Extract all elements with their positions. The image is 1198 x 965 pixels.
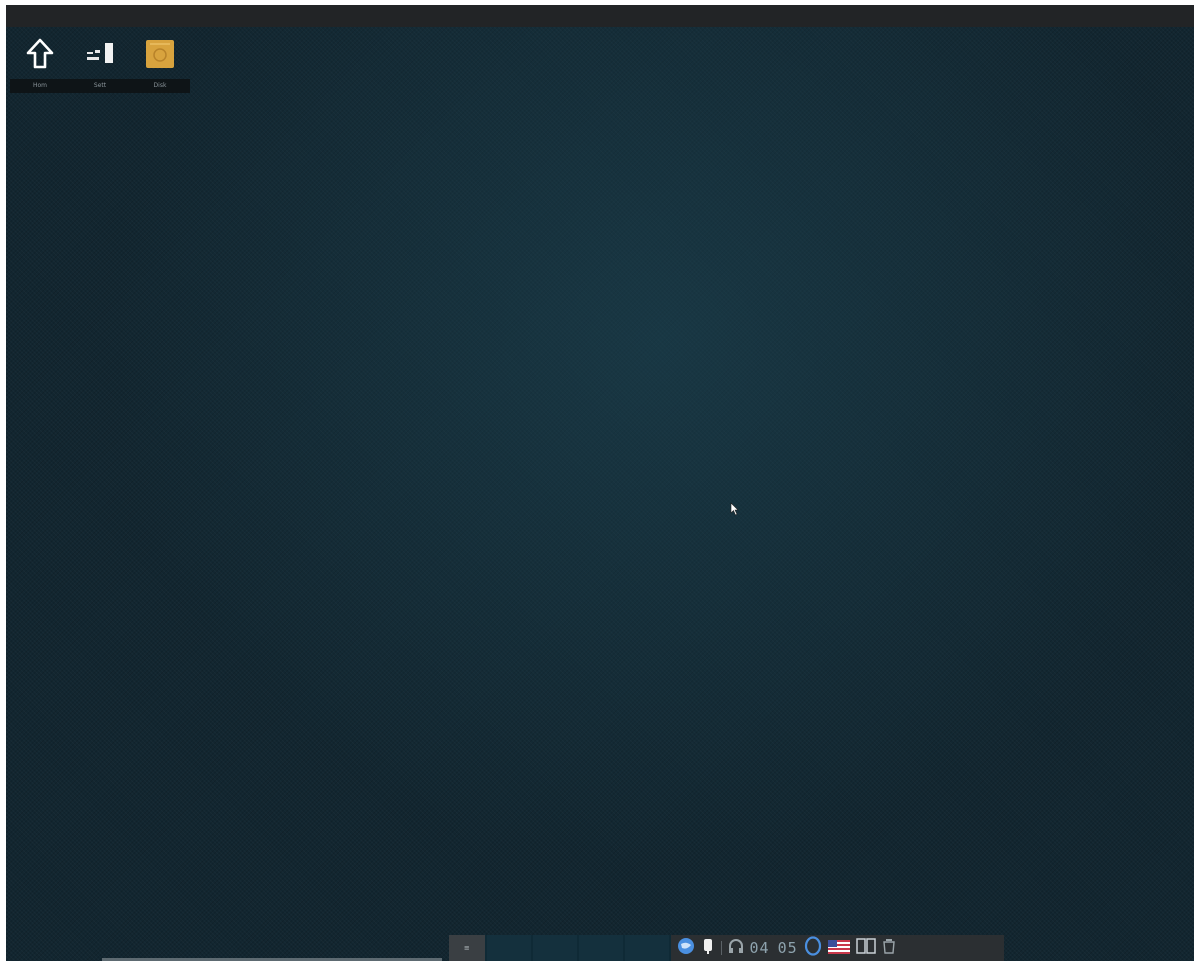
taskbar: ≡ 04 05: [449, 935, 1004, 961]
tray-separator: [720, 941, 722, 955]
task-list: [484, 935, 671, 961]
headphones-icon[interactable]: [728, 938, 744, 958]
task-slot[interactable]: [486, 935, 531, 961]
top-bar: [6, 5, 1194, 27]
settings-bars-icon: [83, 37, 117, 71]
desktop-icon-label: Hom: [10, 79, 70, 93]
task-slot[interactable]: [532, 935, 577, 961]
home-arrow-icon: [23, 37, 57, 71]
desktop-icon-disk[interactable]: Disk: [130, 35, 190, 93]
desktop-icon-home[interactable]: Hom: [10, 35, 70, 93]
task-slot[interactable]: [624, 935, 669, 961]
network-globe-icon[interactable]: [677, 937, 695, 959]
clock-hour: 04: [749, 939, 770, 957]
mouse-cursor-icon: [730, 501, 739, 520]
usb-device-icon[interactable]: [701, 937, 715, 959]
taskbar-clock[interactable]: 04 05: [750, 939, 798, 957]
power-ring-icon[interactable]: [804, 936, 822, 960]
start-menu-button[interactable]: ≡: [449, 935, 485, 961]
desktop-icon-label: Disk: [130, 79, 190, 93]
us-flag-icon[interactable]: [827, 939, 850, 958]
desktop-icon-settings[interactable]: Sett: [70, 35, 130, 93]
clock-minute: 05: [777, 939, 798, 957]
desktop-screen: Hom Sett Disk ≡ 04 05: [6, 5, 1194, 961]
system-tray: 04 05: [670, 935, 1004, 961]
drive-icon: [143, 37, 177, 71]
workspace-switcher-icon[interactable]: [855, 937, 876, 959]
bottom-scroll-indicator: [102, 958, 442, 961]
desktop-icon-label: Sett: [70, 79, 130, 93]
task-slot[interactable]: [578, 935, 623, 961]
trash-bin-icon[interactable]: [882, 937, 896, 959]
